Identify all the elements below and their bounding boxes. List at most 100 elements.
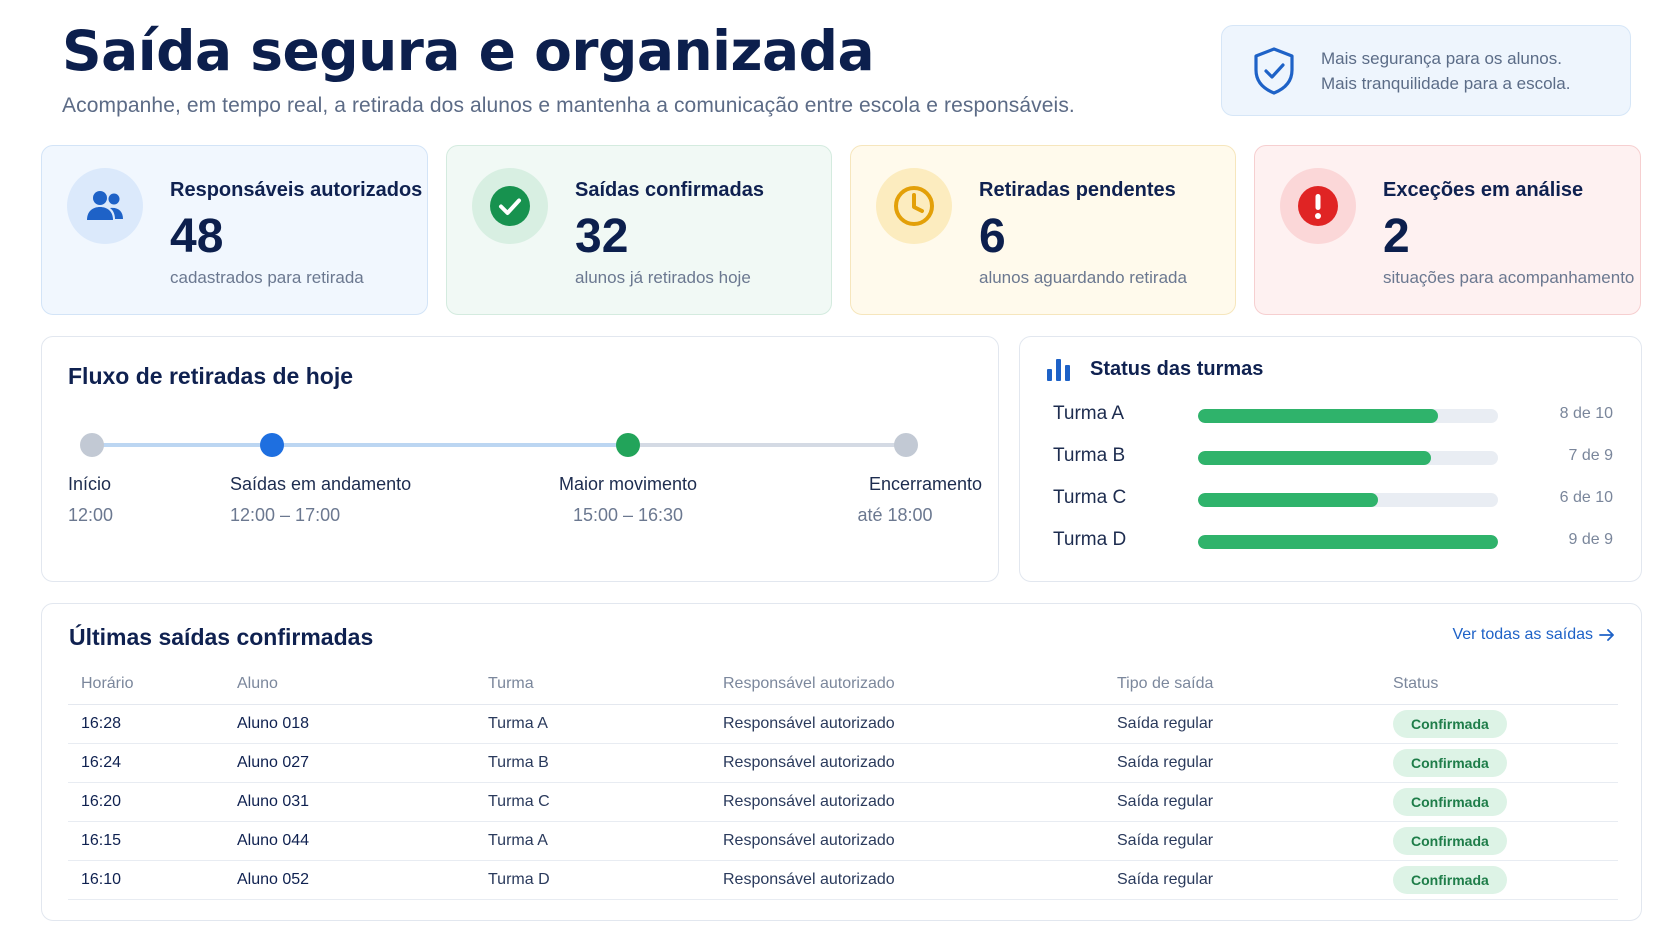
milestone-value: 15:00 – 16:30 [572,505,684,525]
kpi-title: Saídas confirmadas [575,179,764,201]
timeline-dot-peak [616,433,640,457]
column-header[interactable]: Aluno [224,664,475,705]
notice-line-1: Mais segurança para os alunos. [1321,48,1562,68]
cell-student: Aluno 052 [224,860,475,900]
notice-text: Mais segurança para os alunos. Mais tran… [1321,46,1570,96]
view-all-link[interactable]: Ver todas as saídas [1452,626,1615,644]
cell-guardian: Responsável autorizado [710,782,1104,822]
milestone-value: 12:00 – 17:00 [230,505,341,525]
kpi-caption: alunos já retirados hoje [575,268,751,287]
cell-guardian: Responsável autorizado [710,860,1104,900]
table-row[interactable]: 16:28 Aluno 018 Turma A Responsável auto… [68,704,1618,744]
bar-chart-icon [1047,359,1070,381]
class-count: 6 de 10 [1559,489,1613,506]
cell-guardian: Responsável autorizado [710,704,1104,744]
milestone-value: até 18:00 [857,505,933,525]
progress-fill [1198,451,1432,465]
class-count: 7 de 9 [1568,447,1613,464]
class-label: Turma A [1053,403,1125,424]
cell-time: 16:10 [68,860,224,900]
class-row: Turma C 6 de 10 [1053,487,1613,511]
users-icon [67,168,143,244]
milestone-start: Início 12:00 [68,474,113,526]
kpi-card-exceptions: Exceções em análise 2 situações para aco… [1254,145,1641,315]
alert-icon [1280,168,1356,244]
progress-fill [1198,409,1438,423]
cell-student: Aluno 044 [224,821,475,861]
arrow-right-icon [1599,629,1614,641]
class-row: Turma B 7 de 9 [1053,445,1613,469]
status-title: Status das turmas [1090,357,1264,380]
milestone-label: Saídas em andamento [230,474,412,494]
timeline-dot-start [80,433,104,457]
milestone-value: 12:00 [68,505,114,525]
kpi-card-pending: Retiradas pendentes 6 alunos aguardando … [850,145,1236,315]
security-notice: Mais segurança para os alunos. Mais tran… [1221,25,1631,116]
kpi-value: 48 [170,210,224,263]
cell-guardian: Responsável autorizado [710,743,1104,783]
cell-exit-type: Saída regular [1104,704,1380,744]
cell-status: Confirmada [1380,782,1618,822]
kpi-value: 2 [1383,210,1410,263]
class-count: 9 de 9 [1568,531,1613,548]
cell-class: Turma B [475,743,710,783]
milestone-end: Encerramento até 18:00 [808,474,982,526]
table-row[interactable]: 16:15 Aluno 044 Turma A Responsável auto… [68,821,1618,861]
kpi-title: Retiradas pendentes [979,179,1176,201]
table-row[interactable]: 16:10 Aluno 052 Turma D Responsável auto… [68,860,1618,900]
kpi-value: 32 [575,210,629,263]
cell-class: Turma A [475,821,710,861]
shield-check-icon [1254,46,1294,95]
progress-track [1198,535,1498,549]
kpi-title: Responsáveis autorizados [170,179,423,201]
kpi-card-confirmed: Saídas confirmadas 32 alunos já retirado… [446,145,832,315]
column-header[interactable]: Tipo de saída [1104,664,1380,705]
progress-track [1198,493,1498,507]
cell-student: Aluno 027 [224,743,475,783]
class-label: Turma B [1053,445,1126,466]
cell-guardian: Responsável autorizado [710,821,1104,861]
class-label: Turma D [1053,529,1127,550]
kpi-caption: alunos aguardando retirada [979,268,1187,287]
exits-table: Horário Aluno Turma Responsável autoriza… [68,664,1618,900]
latest-title: Últimas saídas confirmadas [69,624,374,650]
progress-fill [1198,535,1498,549]
column-header[interactable]: Status [1380,664,1618,705]
kpi-card-authorized: Responsáveis autorizados 48 cadastrados … [41,145,428,315]
column-header[interactable]: Turma [475,664,710,705]
cell-time: 16:20 [68,782,224,822]
status-badge: Confirmada [1393,709,1507,738]
timeline-dot-end [894,433,918,457]
column-header[interactable]: Horário [68,664,224,705]
cell-exit-type: Saída regular [1104,782,1380,822]
milestone-label: Maior movimento [558,474,698,494]
cell-exit-type: Saída regular [1104,821,1380,861]
class-row: Turma A 8 de 10 [1053,403,1613,427]
status-header: Status das turmas [1046,357,1263,381]
cell-status: Confirmada [1380,704,1618,744]
check-circle-icon [472,168,548,244]
class-row: Turma D 9 de 9 [1053,529,1613,553]
flow-panel: Fluxo de retiradas de hoje Início 12:00 … [41,336,999,582]
cell-status: Confirmada [1380,860,1618,900]
cell-status: Confirmada [1380,821,1618,861]
milestone-label: Início [68,474,112,494]
cell-class: Turma A [475,704,710,744]
page-header: Saída segura e organizada Acompanhe, em … [62,14,1075,118]
status-badge: Confirmada [1393,748,1507,777]
page-title: Saída segura e organizada [62,19,875,83]
column-header[interactable]: Responsável autorizado [710,664,1104,705]
cell-class: Turma C [475,782,710,822]
table-row[interactable]: 16:20 Aluno 031 Turma C Responsável auto… [68,782,1618,822]
cell-student: Aluno 031 [224,782,475,822]
cell-status: Confirmada [1380,743,1618,783]
timeline-dot-current [260,433,284,457]
cell-student: Aluno 018 [224,704,475,744]
table-row[interactable]: 16:24 Aluno 027 Turma B Responsável auto… [68,743,1618,783]
kpi-caption: cadastrados para retirada [170,268,364,287]
cell-exit-type: Saída regular [1104,860,1380,900]
kpi-title: Exceções em análise [1383,179,1584,201]
milestone-peak: Maior movimento 15:00 – 16:30 [518,474,738,526]
page-subtitle: Acompanhe, em tempo real, a retirada dos… [62,94,1075,117]
progress-fill [1198,493,1378,507]
